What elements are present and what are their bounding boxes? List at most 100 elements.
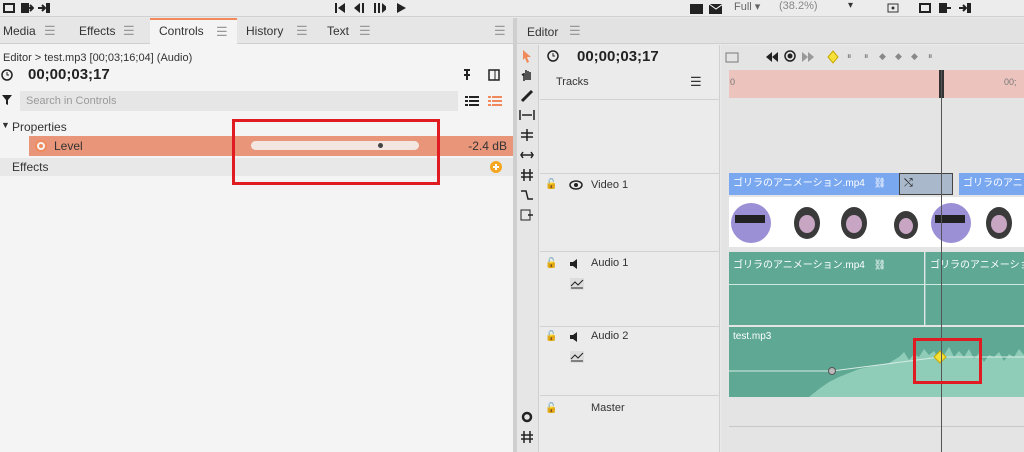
divider: [540, 173, 720, 174]
level-slider-highlight: [232, 119, 440, 185]
level-value[interactable]: -2.4 dB: [468, 139, 507, 153]
editor-tab-bar: Editor ☰: [517, 18, 1024, 44]
razor-tool-icon[interactable]: [520, 89, 534, 103]
master-track-line: [729, 426, 1024, 427]
transition-tool-icon[interactable]: [520, 188, 534, 202]
tab-label: Effects: [79, 24, 116, 38]
keyframe-toggle-icon[interactable]: [35, 140, 47, 152]
clip-label: ゴリラのアニメーション.mp4: [733, 178, 865, 189]
clip-label: ゴリラのアニメーション.mp4: [733, 260, 865, 271]
mail-icon[interactable]: [708, 1, 722, 15]
timecode-display[interactable]: 00;00;03;17: [28, 66, 110, 83]
crop-icon[interactable]: [918, 1, 932, 15]
editor-tab-label[interactable]: Editor: [527, 25, 558, 39]
speaker-icon[interactable]: [569, 331, 581, 343]
keyframe-type-icon[interactable]: ◆: [895, 51, 902, 62]
ripple-tool-icon[interactable]: [519, 108, 535, 122]
ruler-start-label: 0: [730, 77, 736, 87]
list-view-icon[interactable]: [465, 95, 479, 107]
speaker-icon[interactable]: [569, 258, 581, 270]
tracks-menu-icon[interactable]: ☰: [690, 74, 702, 90]
tab-menu-icon[interactable]: ☰: [216, 20, 228, 43]
tab-menu-icon[interactable]: ☰: [123, 18, 135, 44]
skip-back-icon[interactable]: [333, 1, 347, 15]
export-frame-icon[interactable]: [938, 1, 952, 15]
lock-icon[interactable]: 🔓: [545, 258, 557, 269]
step-forward-icon[interactable]: [372, 1, 386, 15]
clip-label: ゴリラのアニメーション.m: [930, 260, 1024, 271]
hand-tool-icon[interactable]: [520, 68, 534, 82]
eye-icon[interactable]: [569, 180, 583, 190]
panel-layout-icon[interactable]: [488, 69, 500, 81]
playhead[interactable]: [941, 70, 942, 452]
collapse-arrow-icon[interactable]: ▼: [1, 120, 10, 130]
tab-label: Media: [3, 24, 36, 38]
keyframe-diamond-icon[interactable]: [827, 50, 839, 64]
tab-effects[interactable]: Effects ☰: [73, 18, 147, 44]
prev-keyframe-icon[interactable]: [765, 51, 779, 63]
tab-history[interactable]: History ☰: [240, 18, 320, 44]
video-clip[interactable]: ゴリラのアニメ: [959, 173, 1024, 195]
top-toolbar: Full ▾ (38.2%) ▾: [0, 0, 1024, 17]
lock-icon[interactable]: 🔓: [545, 331, 557, 342]
snapshot-icon[interactable]: [689, 1, 703, 15]
add-effect-icon[interactable]: [490, 161, 502, 173]
video-clip[interactable]: ゴリラのアニメーション.mp4 ⛓: [729, 173, 899, 195]
keyframe-lane-icon[interactable]: [570, 278, 584, 290]
editor-timecode[interactable]: 00;00;03;17: [577, 48, 659, 65]
volume-line[interactable]: [729, 284, 1024, 285]
audio-clip[interactable]: ゴリラのアニメーション.m: [925, 252, 1024, 325]
tab-menu-icon[interactable]: ☰: [359, 18, 371, 44]
quality-select[interactable]: Full ▾: [734, 0, 760, 13]
audio-clip[interactable]: ゴリラのアニメーション.mp4 ⛓: [729, 252, 924, 325]
settings-icon[interactable]: [520, 410, 534, 424]
panel-menu-icon[interactable]: ☰: [494, 23, 506, 39]
transition-block[interactable]: ⤭: [899, 173, 953, 195]
slide-tool-icon[interactable]: [520, 168, 534, 182]
keyframe-type-icon[interactable]: ⏸: [928, 51, 933, 62]
detail-view-icon[interactable]: [488, 95, 502, 107]
video-thumbnails: [729, 197, 1024, 247]
lock-icon[interactable]: 🔓: [545, 403, 557, 414]
import-icon[interactable]: [37, 1, 51, 15]
tab-menu-icon[interactable]: ☰: [44, 18, 56, 44]
grid-icon[interactable]: [520, 430, 534, 444]
snap-icon[interactable]: [725, 51, 739, 63]
next-keyframe-icon[interactable]: [801, 51, 815, 63]
add-tool-icon[interactable]: [520, 208, 534, 222]
pointer-tool-icon[interactable]: [521, 49, 533, 63]
breadcrumb: Editor > test.mp3 [00;03;16;04] (Audio): [3, 52, 193, 64]
play-icon[interactable]: [394, 1, 408, 15]
keyframe-type-icon[interactable]: ◆: [911, 51, 918, 62]
pin-icon[interactable]: [462, 69, 472, 83]
clip-label: ゴリラのアニメ: [963, 178, 1024, 189]
import-frame-icon[interactable]: [958, 1, 972, 15]
keyframe-type-icon[interactable]: ⏸: [847, 51, 852, 62]
tab-text[interactable]: Text ☰: [321, 18, 381, 44]
tab-menu-icon[interactable]: ☰: [296, 18, 308, 44]
track-name-audio-2: Audio 2: [591, 330, 629, 342]
tab-controls[interactable]: Controls ☰: [150, 18, 237, 45]
timeline[interactable]: ⏸ ⏸ ◆ ◆ ◆ ⏸ 0 00; ゴリラのアニメーション.mp4 ⛓ ⤭ ゴリ…: [721, 45, 1024, 452]
zoom-dropdown-icon[interactable]: ▾: [848, 0, 853, 11]
link-icon: ⛓: [873, 178, 887, 189]
export-icon[interactable]: [20, 1, 34, 15]
time-ruler[interactable]: [729, 70, 1024, 98]
loop-icon[interactable]: [2, 1, 16, 15]
zoom-readout[interactable]: (38.2%): [779, 0, 818, 12]
slip-tool-icon[interactable]: [520, 148, 534, 162]
keyframe-record-icon[interactable]: [784, 50, 796, 62]
filter-icon[interactable]: [2, 95, 12, 105]
envelope-keyframe[interactable]: [828, 367, 836, 375]
search-input[interactable]: [20, 91, 458, 111]
keyframe-type-icon[interactable]: ⏸: [864, 51, 869, 62]
tab-menu-icon[interactable]: ☰: [569, 23, 581, 39]
keyframe-lane-icon[interactable]: [570, 351, 584, 363]
tab-media[interactable]: Media ☰: [0, 18, 66, 44]
keyframe-type-icon[interactable]: ◆: [879, 51, 886, 62]
lock-icon[interactable]: 🔓: [545, 179, 557, 190]
rolling-tool-icon[interactable]: [520, 128, 534, 142]
step-back-icon[interactable]: [352, 1, 366, 15]
tool-strip: [517, 45, 539, 452]
safe-area-icon[interactable]: [886, 1, 900, 15]
